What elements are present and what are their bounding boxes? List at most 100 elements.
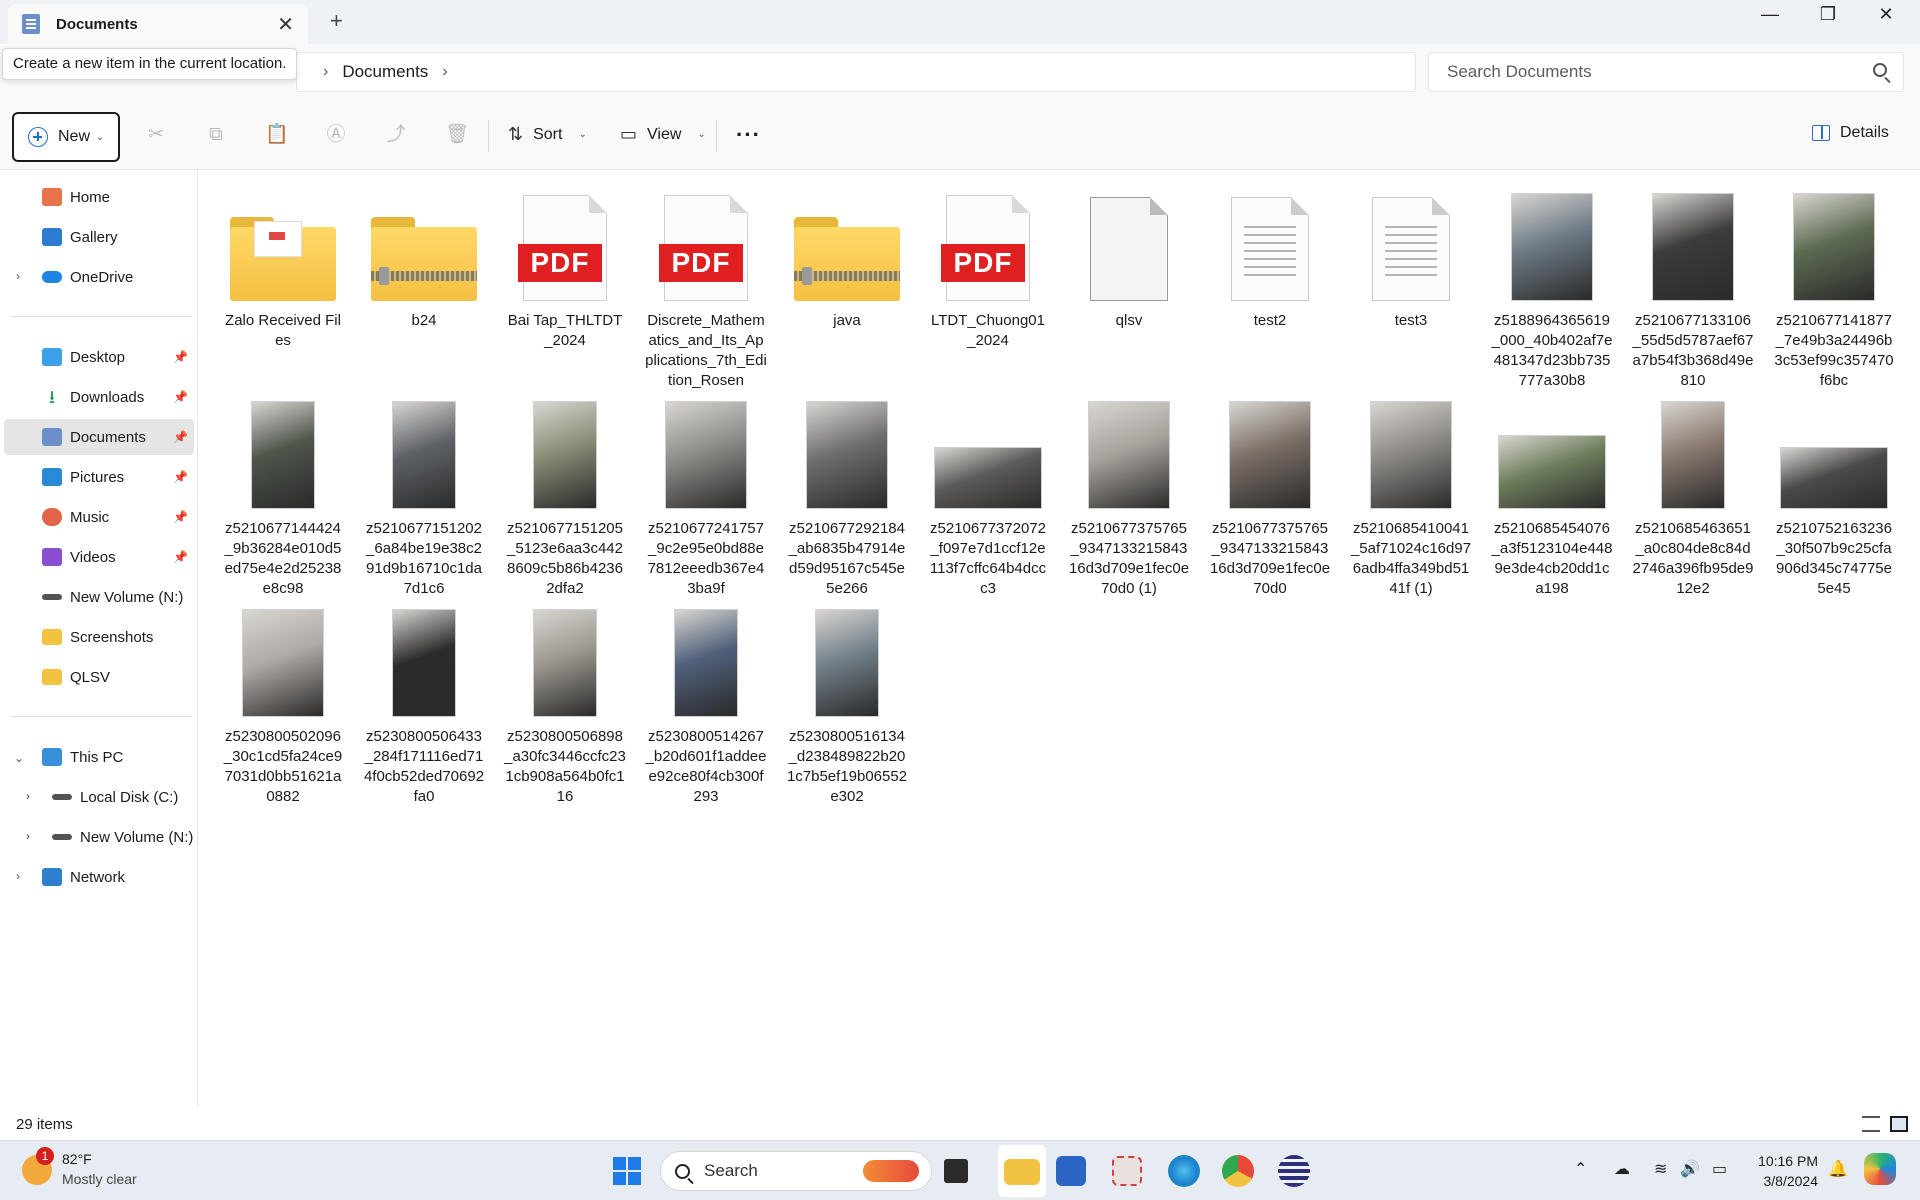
details-button[interactable]: Details — [1812, 124, 1889, 142]
copy-icon[interactable]: ⧉ — [205, 124, 227, 146]
weather-widget[interactable]: 1 82°F Mostly clear — [22, 1147, 137, 1189]
pin-icon[interactable]: 📌 — [173, 470, 188, 484]
file-item[interactable]: z5210677151202_6a84be19e38c291d9b16710c1… — [359, 393, 489, 599]
file-item[interactable]: z5210685410041_5af71024c16d976adb4ffa349… — [1346, 393, 1476, 599]
pin-icon[interactable]: 📌 — [173, 550, 188, 564]
battery-icon[interactable]: ▭ — [1712, 1159, 1727, 1179]
chrome-icon[interactable] — [1222, 1155, 1254, 1187]
nav-item-new-volume[interactable]: New Volume (N:) — [4, 579, 194, 615]
close-tab-icon[interactable]: ✕ — [277, 12, 294, 37]
rename-icon[interactable]: Ⓐ — [325, 124, 347, 146]
nav-item-this-pc[interactable]: This PC — [4, 739, 194, 775]
wifi-icon[interactable]: ≋ — [1654, 1159, 1667, 1179]
file-item[interactable]: z5210677372072_f097e7d1ccf12e113f7cffc64… — [923, 393, 1053, 599]
eclipse-icon[interactable] — [1278, 1155, 1310, 1187]
snipping-tool-icon[interactable] — [1112, 1156, 1142, 1186]
address-bar[interactable]: › Documents › — [296, 52, 1416, 92]
restore-button[interactable]: ❐ — [1808, 4, 1848, 25]
nav-item-gallery[interactable]: Gallery — [4, 219, 194, 255]
file-item[interactable]: z5210677375765_934713321584316d3d709e1fe… — [1064, 393, 1194, 599]
folder-icon — [42, 669, 62, 685]
file-item[interactable]: z5210677151205_5123e6aa3c4428609c5b86b42… — [500, 393, 630, 599]
file-item[interactable]: z5210677241757_9c2e95e0bd88e7812eeedb367… — [641, 393, 771, 599]
file-item[interactable]: Zalo Received Files — [218, 185, 348, 351]
file-explorer-icon[interactable] — [1004, 1159, 1040, 1185]
search-input[interactable]: Search Documents — [1428, 52, 1904, 92]
file-item[interactable]: PDF LTDT_Chuong01_2024 — [923, 185, 1053, 351]
file-item[interactable]: z5230800506898_a30fc3446ccfc231cb908a564… — [500, 601, 630, 807]
zip-folder-icon — [794, 217, 900, 301]
nav-item-videos[interactable]: Videos 📌 — [4, 539, 194, 575]
file-item[interactable]: z5210677292184_ab6835b47914ed59d95167c54… — [782, 393, 912, 599]
nav-item-screenshots[interactable]: Screenshots — [4, 619, 194, 655]
start-button[interactable] — [613, 1157, 641, 1185]
nav-item-local-disk[interactable]: Local Disk (C:) — [4, 779, 194, 815]
file-item[interactable]: z5210677133106_55d5d5787aef67a7b54f3b368… — [1628, 185, 1758, 391]
pin-icon[interactable]: 📌 — [173, 350, 188, 364]
delete-icon[interactable]: 🗑 — [445, 124, 469, 146]
chevron-up-icon[interactable]: ⌃ — [1574, 1159, 1587, 1179]
file-item[interactable]: z5210685463651_a0c804de8c84d2746a396fb95… — [1628, 393, 1758, 599]
file-item[interactable]: PDF Discrete_Mathematics_and_Its_Applicat… — [641, 185, 771, 391]
nav-item-pictures[interactable]: Pictures 📌 — [4, 459, 194, 495]
clock[interactable]: 10:16 PM 3/8/2024 — [1750, 1151, 1818, 1191]
file-item[interactable]: z5210677144424_9b36284e010d5ed75e4e2d252… — [218, 393, 348, 599]
tab-documents[interactable]: Documents ✕ — [8, 4, 308, 44]
new-tab-button[interactable]: + — [330, 8, 343, 34]
file-item[interactable]: z5188964365619_000_40b402af7e481347d23bb… — [1487, 185, 1617, 391]
photo-thumbnail — [533, 609, 597, 717]
download-icon: ⭳ — [48, 387, 56, 407]
file-item[interactable]: PDF Bai Tap_THLTDT_2024 — [500, 185, 630, 351]
nav-item-qlsv[interactable]: QLSV — [4, 659, 194, 695]
nav-item-onedrive[interactable]: OneDrive — [4, 259, 194, 295]
nav-item-documents[interactable]: Documents 📌 — [4, 419, 194, 455]
pin-icon[interactable]: 📌 — [173, 430, 188, 444]
file-item[interactable]: test2 — [1205, 185, 1335, 331]
file-item[interactable]: z5210752163236_30f507b9c25cfa906d345c747… — [1769, 393, 1899, 599]
microsoft-store-icon[interactable] — [1056, 1156, 1086, 1186]
nav-item-desktop[interactable]: Desktop 📌 — [4, 339, 194, 375]
task-view-icon[interactable] — [944, 1159, 968, 1183]
file-item[interactable]: z5230800516134_d238489822b201c7b5ef19b06… — [782, 601, 912, 807]
pin-icon[interactable]: 📌 — [173, 390, 188, 404]
nav-item-downloads[interactable]: ⭳ Downloads 📌 — [4, 379, 194, 415]
file-item[interactable]: z5230800502096_30c1cd5fa24ce97031d0bb516… — [218, 601, 348, 807]
new-button[interactable]: New ⌄ — [12, 112, 120, 162]
paste-icon[interactable]: 📋 — [265, 124, 289, 146]
file-item[interactable]: java — [782, 185, 912, 331]
minimize-button[interactable]: — — [1750, 4, 1790, 25]
close-window-button[interactable]: ✕ — [1866, 4, 1906, 25]
chevron-right-icon[interactable]: › — [323, 63, 328, 81]
copilot-icon[interactable] — [1864, 1153, 1896, 1185]
file-item[interactable]: z5210677375765_934713321584316d3d709e1fe… — [1205, 393, 1335, 599]
notification-bell-icon[interactable]: 🔔 — [1828, 1159, 1848, 1179]
documents-folder-icon — [22, 14, 40, 34]
taskbar-search[interactable]: Search — [660, 1151, 932, 1191]
volume-icon[interactable]: 🔊 — [1680, 1159, 1700, 1179]
large-icons-view-icon[interactable] — [1890, 1116, 1908, 1132]
share-icon[interactable]: ⤴ — [385, 124, 407, 146]
nav-item-home[interactable]: Home — [4, 179, 194, 215]
onedrive-offline-icon[interactable]: ☁ — [1614, 1159, 1630, 1179]
divider — [12, 716, 192, 717]
more-options-icon[interactable]: ··· — [736, 122, 761, 148]
file-item[interactable]: z5230800506433_284f171116ed714f0cb52ded7… — [359, 601, 489, 807]
file-item[interactable]: z5210685454076_a3f5123104e4489e3de4cb20d… — [1487, 393, 1617, 599]
cut-icon[interactable]: ✂ — [145, 124, 167, 146]
view-button[interactable]: ▭ View ⌄ — [620, 124, 706, 145]
home-icon — [42, 188, 62, 206]
pin-icon[interactable]: 📌 — [173, 510, 188, 524]
chevron-right-icon[interactable]: › — [442, 63, 447, 81]
nav-item-new-volume-2[interactable]: New Volume (N:) — [4, 819, 194, 855]
edge-icon[interactable] — [1168, 1155, 1200, 1187]
breadcrumb-documents[interactable]: Documents — [342, 62, 428, 82]
nav-item-music[interactable]: Music 📌 — [4, 499, 194, 535]
file-item[interactable]: qlsv — [1064, 185, 1194, 331]
file-item[interactable]: z5230800514267_b20d601f1addeee92ce80f4cb… — [641, 601, 771, 807]
nav-item-network[interactable]: Network — [4, 859, 194, 895]
file-item[interactable]: z5210677141877_7e49b3a24496b3c53ef99c357… — [1769, 185, 1899, 391]
file-item[interactable]: b24 — [359, 185, 489, 331]
details-view-icon[interactable] — [1862, 1116, 1880, 1132]
file-item[interactable]: test3 — [1346, 185, 1476, 331]
sort-button[interactable]: ⇅ Sort ⌄ — [508, 124, 587, 145]
